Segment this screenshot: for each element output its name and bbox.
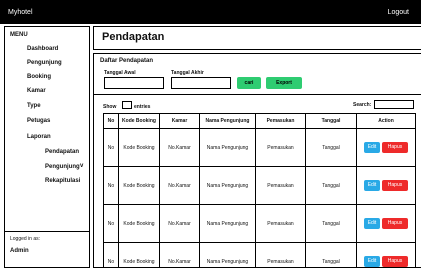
cell-kode-booking: Kode Booking (118, 242, 160, 268)
sidebar-item-dashboard[interactable]: Dashboard (27, 46, 58, 52)
column-header-kode-booking: Kode Booking (118, 113, 160, 129)
table-row: No Kode Booking No.Kamar Nama Pengunjung… (103, 204, 416, 243)
column-header-tanggal: Tanggal (305, 113, 357, 129)
sidebar: MENU Dashboard Pengunjung Booking Kamar … (4, 26, 90, 268)
page-header: Pendapatan (93, 26, 421, 50)
cell-tanggal: Tanggal (305, 166, 357, 205)
cell-kode-booking: Kode Booking (118, 128, 160, 167)
menu-title: MENU (10, 32, 28, 38)
edit-button[interactable]: Edit (364, 218, 380, 229)
cell-tanggal: Tanggal (305, 204, 357, 243)
filter-section-title: Daftar Pendapatan (100, 58, 154, 64)
column-header-no: No (103, 113, 119, 129)
sidebar-subitem-pendapatan[interactable]: Pendapatan (45, 149, 79, 155)
hapus-button[interactable]: Hapus (382, 142, 408, 153)
entries-label: entries (134, 104, 151, 110)
logged-in-label: Logged in as: (10, 236, 41, 242)
table-row: No Kode Booking No.Kamar Nama Pengunjung… (103, 166, 416, 205)
export-button[interactable]: Export (266, 77, 302, 89)
logout-link[interactable]: Logout (388, 9, 409, 16)
cell-no: No (103, 204, 119, 243)
cell-pemasukan: Pemasukan (255, 242, 306, 268)
sidebar-divider (5, 231, 89, 232)
table-header-row: No Kode Booking Kamar Nama Pengunjung Pe… (103, 113, 416, 129)
cell-kamar: No.Kamar (159, 128, 200, 167)
column-header-action: Action (356, 113, 416, 129)
cell-action: Edit Hapus (356, 204, 416, 243)
cell-kode-booking: Kode Booking (118, 204, 160, 243)
cell-tanggal: Tanggal (305, 242, 357, 268)
app-brand: Myhotel (8, 9, 33, 16)
cell-no: No (103, 242, 119, 268)
column-header-nama-pengunjung: Nama Pengunjung (199, 113, 256, 129)
top-bar: Myhotel Logout (0, 0, 421, 24)
tanggal-awal-label: Tanggal Awal (104, 70, 136, 76)
column-header-kamar: Kamar (159, 113, 200, 129)
hapus-button[interactable]: Hapus (382, 218, 408, 229)
cell-nama-pengunjung: Nama Pengunjung (199, 128, 256, 167)
edit-button[interactable]: Edit (364, 142, 380, 153)
pendapatan-table: No Kode Booking Kamar Nama Pengunjung Pe… (103, 113, 416, 268)
sidebar-item-type[interactable]: Type (27, 103, 41, 109)
hapus-button[interactable]: Hapus (382, 256, 408, 267)
cell-pemasukan: Pemasukan (255, 128, 306, 167)
cell-tanggal: Tanggal (305, 128, 357, 167)
edit-button[interactable]: Edit (364, 180, 380, 191)
search-label: Search: (353, 102, 372, 108)
cell-kamar: No.Kamar (159, 242, 200, 268)
sidebar-item-booking[interactable]: Booking (27, 74, 51, 80)
table-row: No Kode Booking No.Kamar Nama Pengunjung… (103, 128, 416, 167)
sidebar-item-kamar[interactable]: Kamar (27, 88, 46, 94)
chevron-down-icon[interactable]: v (80, 163, 83, 169)
search-input[interactable] (374, 100, 414, 109)
cell-action: Edit Hapus (356, 242, 416, 268)
cell-kamar: No.Kamar (159, 204, 200, 243)
entries-select[interactable] (122, 101, 132, 109)
cell-nama-pengunjung: Nama Pengunjung (199, 204, 256, 243)
edit-button[interactable]: Edit (364, 256, 380, 267)
logged-in-user: Admin (10, 248, 29, 254)
cell-kamar: No.Kamar (159, 166, 200, 205)
cell-nama-pengunjung: Nama Pengunjung (199, 242, 256, 268)
sidebar-item-petugas[interactable]: Petugas (27, 118, 50, 124)
table-row: No Kode Booking No.Kamar Nama Pengunjung… (103, 242, 416, 268)
sidebar-subitem-pengunjung[interactable]: Pengunjung (45, 164, 80, 170)
show-label: Show (103, 104, 117, 110)
cell-pemasukan: Pemasukan (255, 204, 306, 243)
hapus-button[interactable]: Hapus (382, 180, 408, 191)
content-panel: Daftar Pendapatan Tanggal Awal Tanggal A… (93, 53, 421, 268)
section-divider (94, 94, 421, 95)
sidebar-subitem-rekapitulasi[interactable]: Rekapitulasi (45, 178, 80, 184)
column-header-pemasukan: Pemasukan (255, 113, 306, 129)
cell-no: No (103, 166, 119, 205)
sidebar-item-laporan[interactable]: Laporan (27, 134, 51, 140)
cell-action: Edit Hapus (356, 166, 416, 205)
cari-button[interactable]: cari (237, 77, 261, 89)
sidebar-item-pengunjung[interactable]: Pengunjung (27, 60, 62, 66)
cell-no: No (103, 128, 119, 167)
tanggal-akhir-label: Tanggal Akhir (171, 70, 204, 76)
tanggal-akhir-input[interactable] (171, 77, 231, 89)
cell-action: Edit Hapus (356, 128, 416, 167)
tanggal-awal-input[interactable] (104, 77, 164, 89)
cell-kode-booking: Kode Booking (118, 166, 160, 205)
page-title: Pendapatan (102, 31, 165, 43)
cell-pemasukan: Pemasukan (255, 166, 306, 205)
cell-nama-pengunjung: Nama Pengunjung (199, 166, 256, 205)
